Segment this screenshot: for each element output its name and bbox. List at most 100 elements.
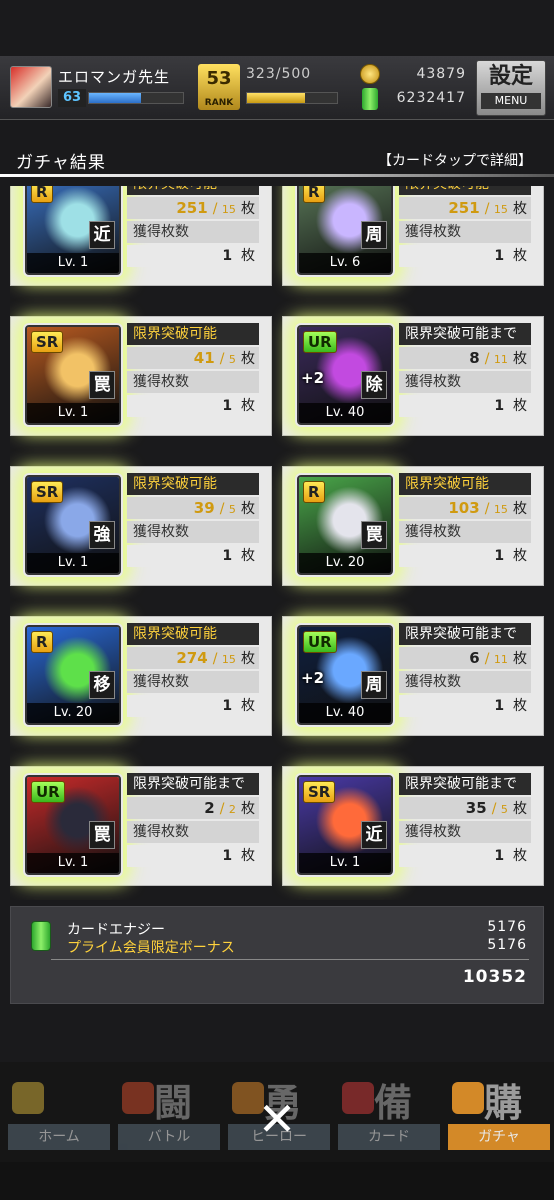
obtained-label: 獲得枚数 (399, 671, 531, 693)
prime-bonus-label: プライム会員限定ボーナス (67, 940, 235, 956)
tap-hint: 【カードタップで詳細】 (378, 153, 532, 169)
count-slash: / (484, 351, 494, 367)
obtained-count-value: 1 (494, 398, 505, 414)
card-result[interactable]: SR 罠 Lv. 1 限界突破可能 41 / 5 枚 獲得枚数 1 枚 (10, 316, 272, 436)
owned-count: 6 / 11 枚 (399, 647, 531, 669)
card-thumbnail[interactable]: UR 罠 Lv. 1 (25, 775, 121, 875)
role-badge: 強 (89, 521, 115, 549)
role-badge: 周 (361, 671, 387, 699)
obtained-count: 1 枚 (127, 695, 259, 717)
rank-bar (246, 92, 338, 104)
nav-tab-3[interactable]: 備 カード (334, 1068, 444, 1156)
card-thumbnail[interactable]: UR +2 除 Lv. 40 (297, 325, 393, 425)
count-unit: 枚 (241, 351, 255, 367)
status-bar: エロマンガ先生 63 53 RANK 323/500 43879 6232417 … (0, 56, 554, 120)
limit-break-max: 15 (221, 653, 236, 666)
obtained-count: 1 枚 (399, 395, 531, 417)
count-slash: / (212, 651, 222, 667)
owned-count-value: 41 (193, 349, 215, 367)
limit-break-status: 限界突破可能 (127, 473, 259, 495)
owned-count: 39 / 5 枚 (127, 497, 259, 519)
card-result[interactable]: R 周 Lv. 6 限界突破可能 251 / 15 枚 獲得枚数 1 枚 (282, 186, 544, 286)
card-thumbnail[interactable]: SR 強 Lv. 1 (25, 475, 121, 575)
system-nav-bar (0, 1162, 554, 1200)
owned-count: 35 / 5 枚 (399, 797, 531, 819)
obtained-unit: 枚 (241, 248, 255, 264)
card-thumbnail[interactable]: R 移 Lv. 20 (25, 625, 121, 725)
card-result[interactable]: UR +2 除 Lv. 40 限界突破可能まで 8 / 11 枚 獲得枚数 1 … (282, 316, 544, 436)
count-slash: / (491, 801, 501, 817)
limit-break-max: 5 (228, 353, 236, 366)
obtained-count: 1 枚 (127, 245, 259, 267)
nav-label: カード (338, 1124, 440, 1150)
limit-break-max: 11 (493, 353, 508, 366)
rank-value: 323/500 (246, 66, 312, 82)
card-level: Lv. 40 (299, 703, 391, 723)
card-thumbnail[interactable]: UR +2 周 Lv. 40 (297, 625, 393, 725)
obtained-unit: 枚 (241, 698, 255, 714)
card-thumbnail[interactable]: SR 罠 Lv. 1 (25, 325, 121, 425)
limit-break-max: 5 (228, 503, 236, 516)
count-slash: / (484, 651, 494, 667)
owned-count-value: 6 (469, 649, 480, 667)
obtained-label: 獲得枚数 (399, 221, 531, 243)
plus-badge: +2 (301, 369, 325, 387)
count-unit: 枚 (241, 651, 255, 667)
card-result[interactable]: SR 強 Lv. 1 限界突破可能 39 / 5 枚 獲得枚数 1 枚 (10, 466, 272, 586)
rarity-badge: SR (31, 481, 64, 503)
rank-icon: 53 RANK (198, 64, 240, 110)
card-result[interactable]: SR 近 Lv. 1 限界突破可能まで 35 / 5 枚 獲得枚数 1 枚 (282, 766, 544, 886)
rarity-badge: SR (303, 781, 336, 803)
obtained-unit: 枚 (513, 398, 527, 414)
rarity-badge: R (303, 481, 325, 503)
nav-tab-0[interactable]: ホーム (4, 1068, 114, 1156)
owned-count: 2 / 2 枚 (127, 797, 259, 819)
header-divider (0, 174, 554, 177)
owned-count-value: 251 (176, 199, 208, 217)
card-result[interactable]: UR +2 周 Lv. 40 限界突破可能まで 6 / 11 枚 獲得枚数 1 … (282, 616, 544, 736)
obtained-count: 1 枚 (127, 845, 259, 867)
count-unit: 枚 (513, 351, 527, 367)
owned-count: 8 / 11 枚 (399, 347, 531, 369)
exp-bar (88, 92, 184, 104)
limit-break-max: 2 (228, 803, 236, 816)
card-result[interactable]: R 近 Lv. 1 限界突破可能 251 / 15 枚 獲得枚数 1 枚 (10, 186, 272, 286)
card-thumbnail[interactable]: R 罠 Lv. 20 (297, 475, 393, 575)
card-level: Lv. 1 (27, 253, 119, 273)
owned-count-value: 8 (469, 349, 480, 367)
card-result[interactable]: UR 罠 Lv. 1 限界突破可能まで 2 / 2 枚 獲得枚数 1 枚 (10, 766, 272, 886)
player-avatar[interactable] (10, 66, 52, 108)
page-title: ガチャ結果 (16, 153, 106, 173)
card-thumbnail[interactable]: SR 近 Lv. 1 (297, 775, 393, 875)
card-result[interactable]: R 罠 Lv. 20 限界突破可能 103 / 15 枚 獲得枚数 1 枚 (282, 466, 544, 586)
owned-count-value: 2 (204, 799, 215, 817)
owned-count-value: 39 (193, 499, 215, 517)
nav-tab-4[interactable]: 購 ガチャ (444, 1068, 554, 1156)
obtained-label: 獲得枚数 (399, 521, 531, 543)
role-badge: 近 (89, 221, 115, 249)
card-level: Lv. 20 (299, 553, 391, 573)
card-thumbnail[interactable]: R 近 Lv. 1 (25, 186, 121, 275)
rarity-badge: R (31, 186, 53, 203)
card-energy-value: 5176 (487, 919, 527, 935)
count-unit: 枚 (241, 501, 255, 517)
menu-label: MENU (481, 93, 541, 109)
owned-count: 251 / 15 枚 (127, 197, 259, 219)
obtained-count-value: 1 (222, 848, 233, 864)
nav-tab-1[interactable]: 闘 バトル (114, 1068, 224, 1156)
obtained-count-value: 1 (494, 698, 505, 714)
obtained-unit: 枚 (513, 248, 527, 264)
settings-menu-button[interactable]: 設定 MENU (476, 60, 546, 116)
card-result[interactable]: R 移 Lv. 20 限界突破可能 274 / 15 枚 獲得枚数 1 枚 (10, 616, 272, 736)
limit-break-status: 限界突破可能 (127, 623, 259, 645)
owned-count-value: 35 (465, 799, 487, 817)
card-level: Lv. 1 (27, 853, 119, 873)
obtained-count: 1 枚 (127, 395, 259, 417)
rarity-badge: UR (303, 631, 337, 653)
role-badge: 罠 (89, 371, 115, 399)
count-slash: / (219, 801, 229, 817)
card-thumbnail[interactable]: R 周 Lv. 6 (297, 186, 393, 275)
count-unit: 枚 (241, 801, 255, 817)
close-icon[interactable]: ✕ (254, 1096, 300, 1142)
obtained-count-value: 1 (222, 398, 233, 414)
